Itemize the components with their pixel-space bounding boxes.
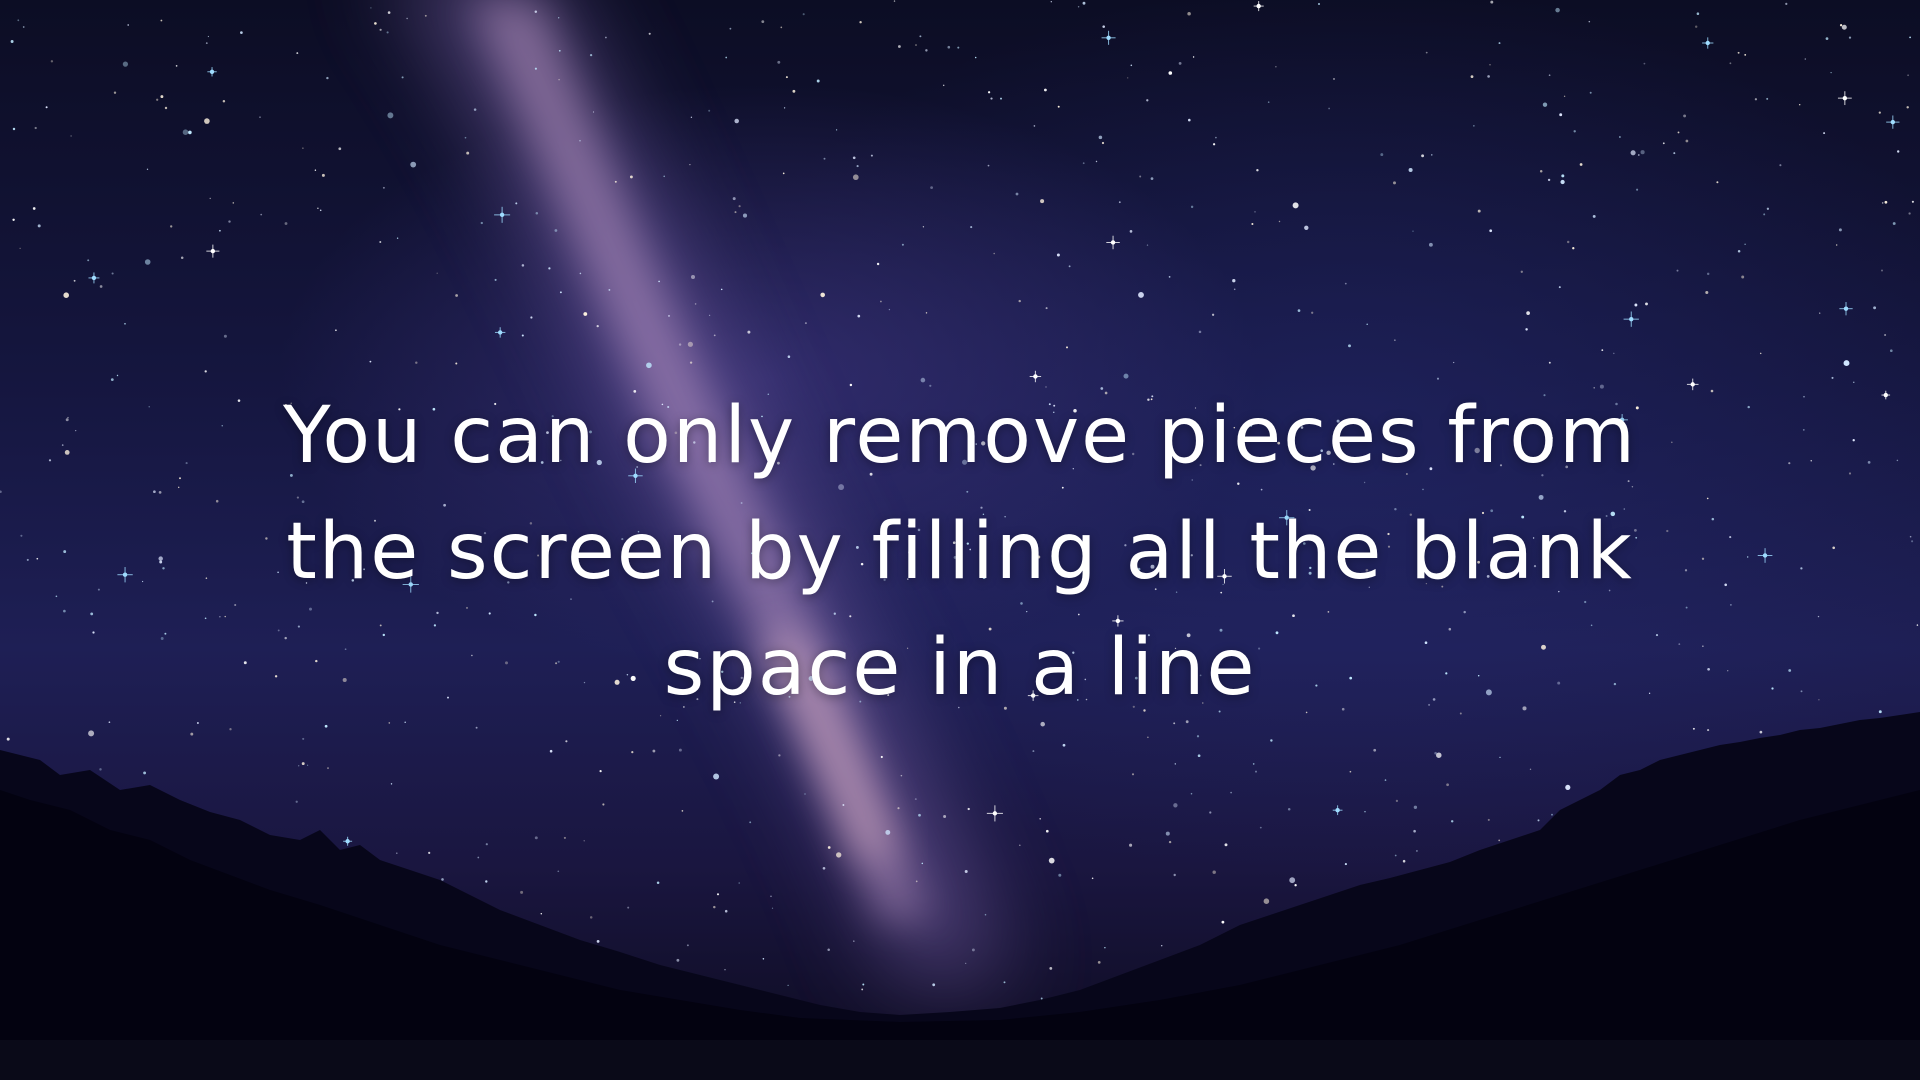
caption-line-2: the screen by filling all the blank [286, 507, 1634, 597]
night-sky-scene: You can only remove pieces from the scre… [0, 0, 1920, 1080]
caption-text: You can only remove pieces from the scre… [160, 378, 1760, 726]
caption-line-3: space in a line [663, 623, 1257, 713]
caption-line-1: You can only remove pieces from [283, 391, 1637, 481]
